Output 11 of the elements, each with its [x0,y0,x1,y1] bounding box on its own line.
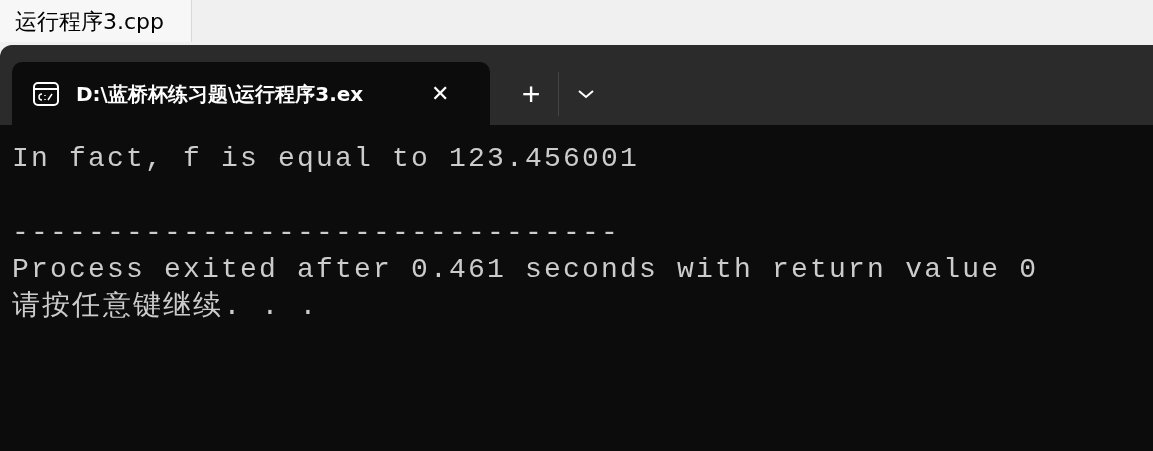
console-line: -------------------------------- [12,217,621,248]
terminal-tab[interactable]: D:\蓝桥杯练习题\运行程序3.ex ✕ [12,62,490,125]
console-line: Process exited after 0.461 seconds with return value 0 [12,254,1039,285]
console-line: 请按任意键继续. . . [12,291,319,322]
chevron-down-icon [577,87,595,100]
editor-tab[interactable]: 运行程序3.cpp [0,0,192,42]
new-tab-button[interactable]: + [508,70,554,117]
tab-title: D:\蓝桥杯练习题\运行程序3.ex [76,80,365,108]
console-line: In fact, f is equal to 123.456001 [12,143,640,174]
terminal-icon [32,79,60,108]
close-tab-button[interactable]: ✕ [422,75,458,112]
